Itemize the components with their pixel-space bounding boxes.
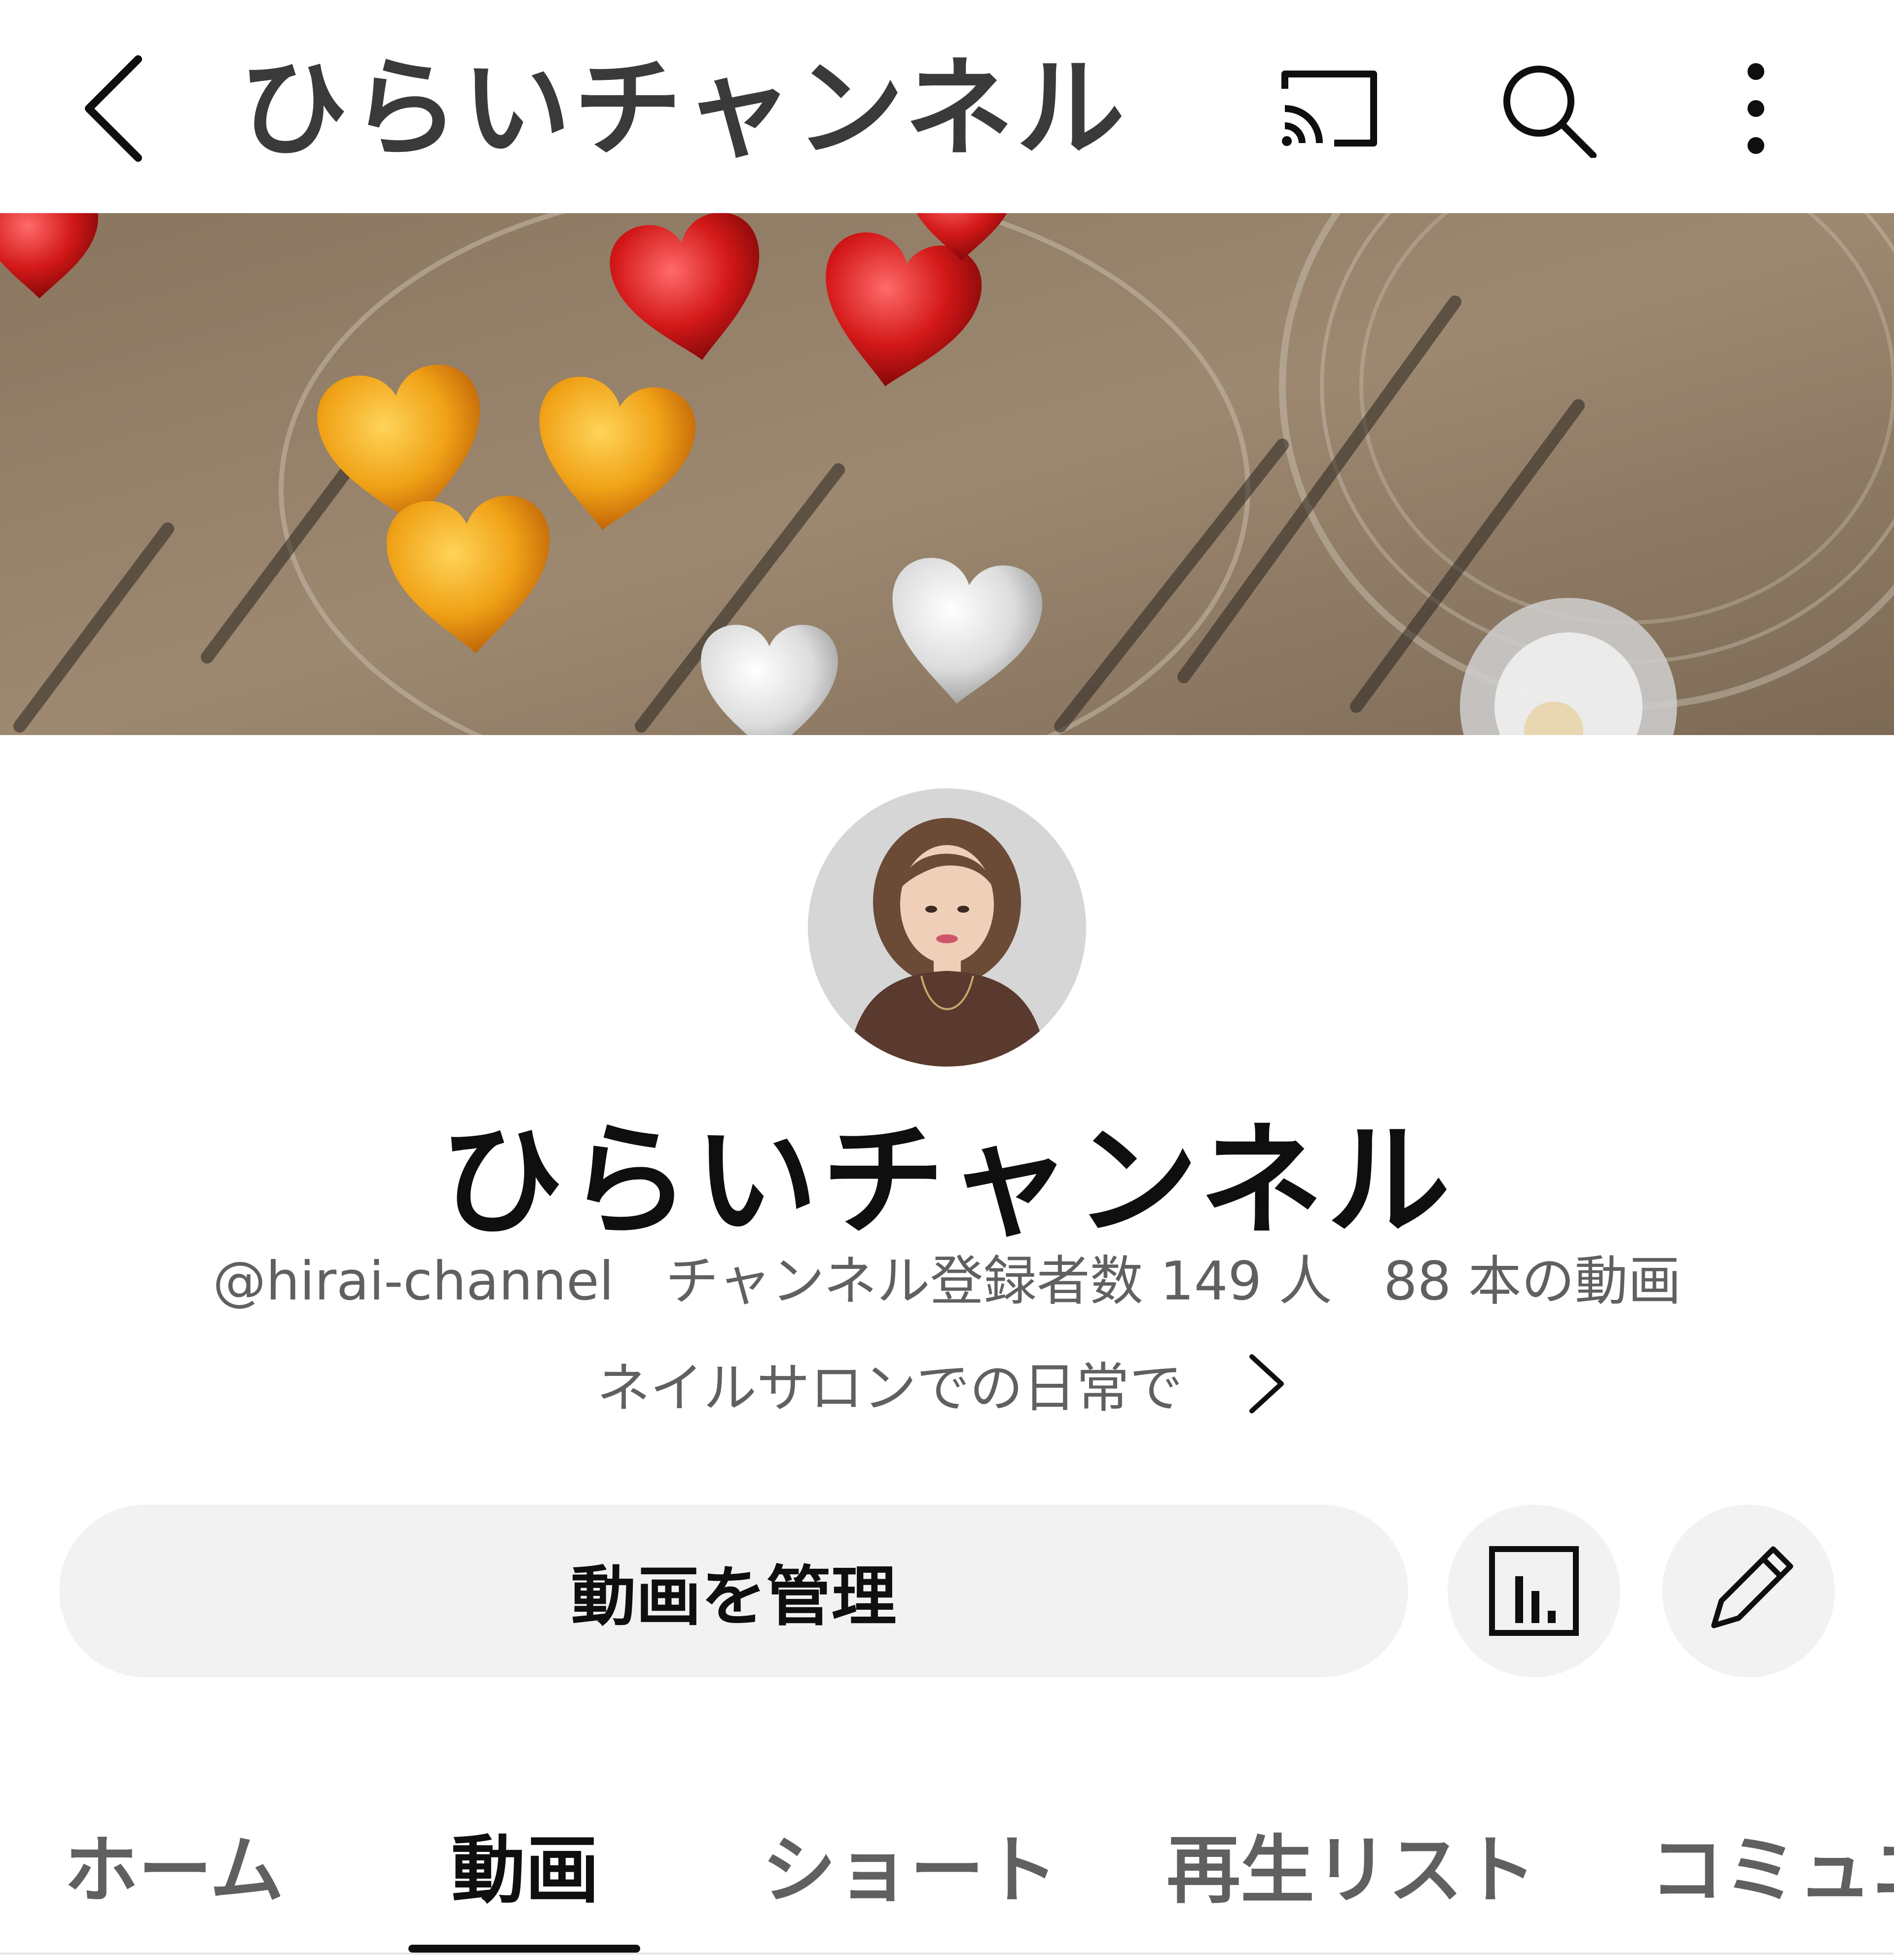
search-button[interactable] (1494, 59, 1603, 159)
video-count: 88 本の動画 (1383, 1251, 1681, 1312)
active-tab-indicator (408, 1945, 640, 1953)
cast-button[interactable] (1275, 59, 1384, 158)
more-options-button[interactable] (1707, 59, 1805, 158)
analytics-icon (1489, 1546, 1579, 1636)
tab-videos[interactable]: 動画 (451, 1811, 599, 1918)
channel-banner (0, 213, 1894, 735)
manage-videos-button[interactable]: 動画を管理 (59, 1505, 1408, 1677)
top-app-bar: ひらいチャンネル (0, 0, 1894, 213)
banner-image (0, 213, 1894, 735)
back-icon (85, 55, 142, 162)
tab-community[interactable]: コミュニ (1650, 1811, 1894, 1918)
back-button[interactable] (74, 49, 163, 168)
chevron-right-icon (1249, 1354, 1284, 1413)
page-title: ひらいチャンネル (239, 45, 1128, 172)
more-vertical-icon (1748, 63, 1764, 154)
tabs-divider (0, 1953, 1894, 1955)
analytics-button[interactable] (1448, 1505, 1620, 1677)
channel-tabs: ホーム 動画 ショート 再生リスト コミュニ (0, 1776, 1894, 1960)
cast-icon (1281, 71, 1377, 147)
avatar-photo (808, 788, 1086, 1067)
description-text: ネイルサロンでの日常で (597, 1358, 1183, 1419)
edit-channel-button[interactable] (1662, 1505, 1835, 1677)
channel-description[interactable]: ネイルサロンでの日常で (597, 1347, 1286, 1421)
channel-name: ひらいチャンネル (439, 1109, 1455, 1253)
channel-handle[interactable]: @hirai-channel (213, 1251, 614, 1312)
channel-meta: @hirai-channel チャンネル登録者数 149 人 88 本の動画 (0, 1238, 1894, 1315)
tab-shorts[interactable]: ショート (762, 1811, 1058, 1918)
tab-home[interactable]: ホーム (64, 1811, 284, 1918)
tab-playlists[interactable]: 再生リスト (1166, 1811, 1536, 1918)
channel-avatar[interactable] (808, 788, 1086, 1067)
search-icon (1503, 66, 1597, 159)
pencil-icon (1711, 1546, 1793, 1628)
subscriber-count: チャンネル登録者数 149 人 (665, 1251, 1332, 1312)
